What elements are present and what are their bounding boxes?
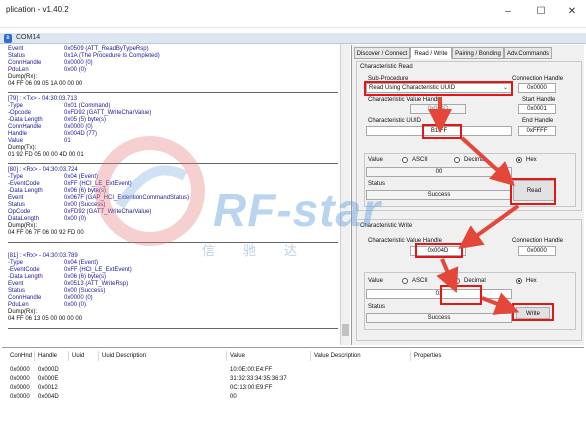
column-header-value-description[interactable]: Value Description — [314, 353, 361, 359]
column-header-value[interactable]: Value — [230, 353, 245, 359]
arrow-handle-to-value — [436, 258, 459, 294]
cell-value: 0C:13:00:E9:FF — [230, 385, 273, 391]
cell-handle: 0x0012 — [38, 385, 58, 391]
column-divider[interactable] — [410, 351, 411, 361]
cell-handle: 0x000D — [38, 367, 59, 373]
arrow-read-to-write-handle — [458, 204, 520, 250]
arrow-value-to-write — [481, 292, 520, 315]
cell-handle: 0x004D — [38, 394, 59, 400]
column-divider[interactable] — [34, 351, 35, 361]
attribute-table[interactable]: ConHnd Handle Uuid Uuid Description Valu… — [2, 347, 584, 426]
column-divider[interactable] — [98, 351, 99, 361]
cell-conhnd: 0x0000 — [10, 367, 30, 373]
cell-value: 10:0E:00:E4:FF — [230, 367, 273, 373]
cell-conhnd: 0x0000 — [10, 376, 30, 382]
cell-conhnd: 0x0000 — [10, 394, 30, 400]
column-header-conhnd[interactable]: ConHnd — [10, 353, 32, 359]
column-header-properties[interactable]: Properties — [414, 353, 441, 359]
column-header-uuid[interactable]: Uuid — [72, 353, 84, 359]
column-header-uuid-description[interactable]: Uuid Description — [102, 353, 146, 359]
cell-handle: 0x000E — [38, 376, 59, 382]
column-divider[interactable] — [310, 351, 311, 361]
column-header-handle[interactable]: Handle — [38, 353, 57, 359]
column-divider[interactable] — [68, 351, 69, 361]
column-divider[interactable] — [226, 351, 227, 361]
cell-value: 00 — [230, 394, 237, 400]
cell-conhnd: 0x0000 — [10, 385, 30, 391]
cell-value: 31:32:33:34:35:36:37 — [230, 376, 287, 382]
arrow-uuid-to-read — [460, 136, 515, 187]
